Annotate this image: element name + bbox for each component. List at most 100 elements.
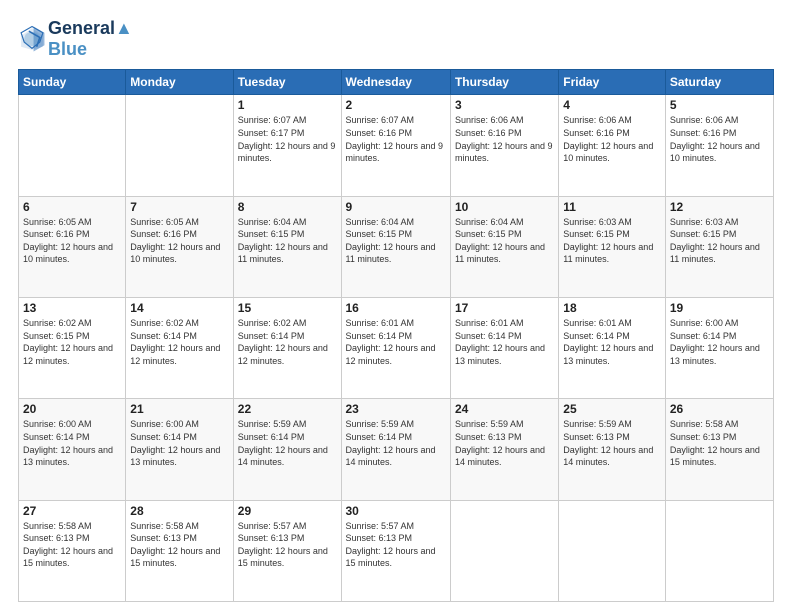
day-info: Sunrise: 6:06 AM Sunset: 6:16 PM Dayligh… <box>455 114 554 164</box>
calendar-cell: 9 Sunrise: 6:04 AM Sunset: 6:15 PM Daylig… <box>341 196 450 297</box>
calendar-cell: 25 Sunrise: 5:59 AM Sunset: 6:13 PM Dayli… <box>559 399 666 500</box>
calendar-cell: 11 Sunrise: 6:03 AM Sunset: 6:15 PM Dayli… <box>559 196 666 297</box>
day-info: Sunrise: 6:05 AM Sunset: 6:16 PM Dayligh… <box>23 216 121 266</box>
calendar-cell: 29 Sunrise: 5:57 AM Sunset: 6:13 PM Dayli… <box>233 500 341 601</box>
day-number: 29 <box>238 504 337 518</box>
header: General▲ Blue <box>18 18 774 59</box>
day-number: 1 <box>238 98 337 112</box>
day-info: Sunrise: 6:02 AM Sunset: 6:14 PM Dayligh… <box>130 317 228 367</box>
day-info: Sunrise: 6:01 AM Sunset: 6:14 PM Dayligh… <box>346 317 446 367</box>
calendar-cell <box>559 500 666 601</box>
calendar-cell: 2Sunrise: 6:07 AM Sunset: 6:16 PM Daylig… <box>341 95 450 196</box>
day-info: Sunrise: 5:59 AM Sunset: 6:14 PM Dayligh… <box>346 418 446 468</box>
col-header-wednesday: Wednesday <box>341 70 450 95</box>
day-info: Sunrise: 6:04 AM Sunset: 6:15 PM Dayligh… <box>455 216 554 266</box>
calendar-week-row: 1 Sunrise: 6:07 AM Sunset: 6:17 PM Daylig… <box>19 95 774 196</box>
day-info: Sunrise: 6:02 AM Sunset: 6:14 PM Dayligh… <box>238 317 337 367</box>
calendar-cell <box>450 500 558 601</box>
day-number: 26 <box>670 402 769 416</box>
day-number: 30 <box>346 504 446 518</box>
calendar-cell: 18 Sunrise: 6:01 AM Sunset: 6:14 PM Dayli… <box>559 298 666 399</box>
day-info: Sunrise: 5:59 AM Sunset: 6:13 PM Dayligh… <box>455 418 554 468</box>
day-info: Sunrise: 6:03 AM Sunset: 6:15 PM Dayligh… <box>670 216 769 266</box>
calendar-cell: 19 Sunrise: 6:00 AM Sunset: 6:14 PM Dayli… <box>665 298 773 399</box>
day-number: 24 <box>455 402 554 416</box>
day-info: Sunrise: 6:06 AM Sunset: 6:16 PM Dayligh… <box>563 114 661 164</box>
day-number: 27 <box>23 504 121 518</box>
calendar-cell: 26 Sunrise: 5:58 AM Sunset: 6:13 PM Dayli… <box>665 399 773 500</box>
calendar-cell: 1 Sunrise: 6:07 AM Sunset: 6:17 PM Daylig… <box>233 95 341 196</box>
day-number: 2 <box>346 98 446 112</box>
day-number: 9 <box>346 200 446 214</box>
calendar-week-row: 27 Sunrise: 5:58 AM Sunset: 6:13 PM Dayli… <box>19 500 774 601</box>
col-header-monday: Monday <box>126 70 233 95</box>
calendar-cell: 27 Sunrise: 5:58 AM Sunset: 6:13 PM Dayli… <box>19 500 126 601</box>
day-number: 13 <box>23 301 121 315</box>
calendar-cell: 3 Sunrise: 6:06 AM Sunset: 6:16 PM Daylig… <box>450 95 558 196</box>
calendar-cell: 21 Sunrise: 6:00 AM Sunset: 6:14 PM Dayli… <box>126 399 233 500</box>
day-number: 16 <box>346 301 446 315</box>
calendar-week-row: 6Sunrise: 6:05 AM Sunset: 6:16 PM Daylig… <box>19 196 774 297</box>
day-number: 15 <box>238 301 337 315</box>
day-number: 7 <box>130 200 228 214</box>
day-info: Sunrise: 6:00 AM Sunset: 6:14 PM Dayligh… <box>23 418 121 468</box>
calendar-cell: 10 Sunrise: 6:04 AM Sunset: 6:15 PM Dayli… <box>450 196 558 297</box>
calendar-week-row: 20 Sunrise: 6:00 AM Sunset: 6:14 PM Dayli… <box>19 399 774 500</box>
day-info: Sunrise: 6:03 AM Sunset: 6:15 PM Dayligh… <box>563 216 661 266</box>
calendar-cell: 5Sunrise: 6:06 AM Sunset: 6:16 PM Daylig… <box>665 95 773 196</box>
day-number: 22 <box>238 402 337 416</box>
day-info: Sunrise: 5:58 AM Sunset: 6:13 PM Dayligh… <box>23 520 121 570</box>
calendar-cell: 13 Sunrise: 6:02 AM Sunset: 6:15 PM Dayli… <box>19 298 126 399</box>
calendar-cell: 28 Sunrise: 5:58 AM Sunset: 6:13 PM Dayli… <box>126 500 233 601</box>
day-number: 23 <box>346 402 446 416</box>
col-header-sunday: Sunday <box>19 70 126 95</box>
calendar-cell: 20 Sunrise: 6:00 AM Sunset: 6:14 PM Dayli… <box>19 399 126 500</box>
calendar-cell: 16 Sunrise: 6:01 AM Sunset: 6:14 PM Dayli… <box>341 298 450 399</box>
calendar-cell: 4 Sunrise: 6:06 AM Sunset: 6:16 PM Daylig… <box>559 95 666 196</box>
day-info: Sunrise: 6:07 AM Sunset: 6:17 PM Dayligh… <box>238 114 337 164</box>
logo-icon <box>18 25 46 53</box>
day-info: Sunrise: 5:57 AM Sunset: 6:13 PM Dayligh… <box>346 520 446 570</box>
calendar-table: SundayMondayTuesdayWednesdayThursdayFrid… <box>18 69 774 602</box>
day-number: 14 <box>130 301 228 315</box>
day-info: Sunrise: 5:57 AM Sunset: 6:13 PM Dayligh… <box>238 520 337 570</box>
calendar-cell: 8Sunrise: 6:04 AM Sunset: 6:15 PM Daylig… <box>233 196 341 297</box>
day-info: Sunrise: 6:00 AM Sunset: 6:14 PM Dayligh… <box>130 418 228 468</box>
col-header-tuesday: Tuesday <box>233 70 341 95</box>
day-number: 4 <box>563 98 661 112</box>
day-number: 10 <box>455 200 554 214</box>
day-info: Sunrise: 5:58 AM Sunset: 6:13 PM Dayligh… <box>130 520 228 570</box>
page: General▲ Blue SundayMondayTuesdayWednesd… <box>0 0 792 612</box>
calendar-cell <box>665 500 773 601</box>
calendar-cell: 24 Sunrise: 5:59 AM Sunset: 6:13 PM Dayli… <box>450 399 558 500</box>
day-number: 19 <box>670 301 769 315</box>
calendar-cell <box>126 95 233 196</box>
day-number: 25 <box>563 402 661 416</box>
day-number: 11 <box>563 200 661 214</box>
day-number: 3 <box>455 98 554 112</box>
day-info: Sunrise: 5:59 AM Sunset: 6:13 PM Dayligh… <box>563 418 661 468</box>
calendar-cell: 23 Sunrise: 5:59 AM Sunset: 6:14 PM Dayli… <box>341 399 450 500</box>
logo-text: General▲ Blue <box>48 18 133 59</box>
day-number: 28 <box>130 504 228 518</box>
day-number: 18 <box>563 301 661 315</box>
calendar-cell <box>19 95 126 196</box>
day-info: Sunrise: 6:01 AM Sunset: 6:14 PM Dayligh… <box>455 317 554 367</box>
calendar-cell: 12Sunrise: 6:03 AM Sunset: 6:15 PM Dayli… <box>665 196 773 297</box>
day-info: Sunrise: 5:58 AM Sunset: 6:13 PM Dayligh… <box>670 418 769 468</box>
day-number: 20 <box>23 402 121 416</box>
day-info: Sunrise: 6:02 AM Sunset: 6:15 PM Dayligh… <box>23 317 121 367</box>
logo: General▲ Blue <box>18 18 133 59</box>
day-info: Sunrise: 6:04 AM Sunset: 6:15 PM Dayligh… <box>346 216 446 266</box>
day-info: Sunrise: 6:00 AM Sunset: 6:14 PM Dayligh… <box>670 317 769 367</box>
col-header-friday: Friday <box>559 70 666 95</box>
day-info: Sunrise: 6:01 AM Sunset: 6:14 PM Dayligh… <box>563 317 661 367</box>
day-number: 21 <box>130 402 228 416</box>
day-info: Sunrise: 6:05 AM Sunset: 6:16 PM Dayligh… <box>130 216 228 266</box>
day-number: 17 <box>455 301 554 315</box>
calendar-cell: 15 Sunrise: 6:02 AM Sunset: 6:14 PM Dayli… <box>233 298 341 399</box>
calendar-cell: 30 Sunrise: 5:57 AM Sunset: 6:13 PM Dayli… <box>341 500 450 601</box>
calendar-cell: 6Sunrise: 6:05 AM Sunset: 6:16 PM Daylig… <box>19 196 126 297</box>
day-info: Sunrise: 6:04 AM Sunset: 6:15 PM Dayligh… <box>238 216 337 266</box>
day-info: Sunrise: 5:59 AM Sunset: 6:14 PM Dayligh… <box>238 418 337 468</box>
